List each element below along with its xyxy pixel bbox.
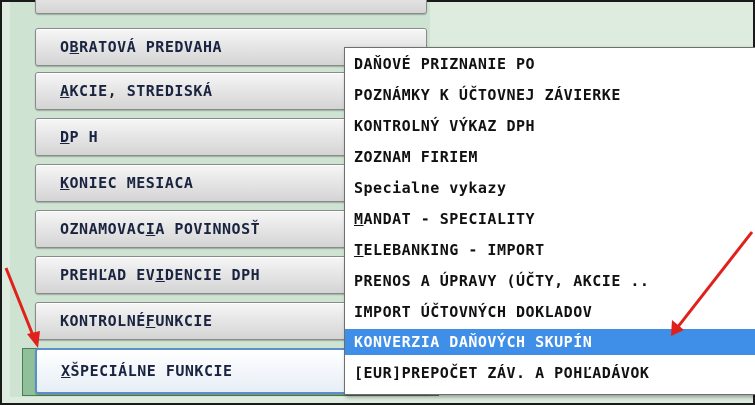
- label-pre: KONTROLNÉ: [60, 312, 146, 330]
- popup-item-danove-priznanie-po[interactable]: DAŇOVÉ PRIZNANIE PO: [345, 51, 755, 77]
- popup-item-kontrolny-vykaz-dph[interactable]: KONTROLNÝ VÝKAZ DPH: [345, 113, 755, 139]
- hotkey: K: [60, 174, 70, 192]
- hotkey: X: [61, 362, 71, 380]
- popup-item-konverzia-danovych-skupin[interactable]: KONVERZIA DAŇOVÝCH SKUPÍN: [345, 329, 755, 355]
- label-post: ŠPECIÁLNE FUNKCIE: [70, 362, 233, 380]
- popup-item-telebanking-import[interactable]: T ELEBANKING - IMPORT: [345, 237, 755, 263]
- label-pre: POZNÁMKY K ÚČTOVNEJ ZÁVIERKE: [354, 86, 621, 104]
- app-window: O B RATOVÁ PREDVAHA A KCIE, STREDISKÁ D P H…: [0, 0, 755, 405]
- label-pre: [EUR]PREPOČET ZÁV. A POHĽADÁVOK: [354, 364, 650, 382]
- label-pre: KONTROLNÝ VÝKAZ DPH: [354, 117, 536, 135]
- label-pre: ZOZNAM FIRIEM: [354, 148, 478, 166]
- hotkey: I: [145, 220, 156, 238]
- label-post: UNKCIE: [155, 312, 213, 330]
- hotkey: F: [145, 312, 156, 330]
- popup-item-specialne-vykazy[interactable]: Specialne vykazy: [345, 175, 755, 201]
- hotkey: I: [155, 266, 165, 284]
- popup-item-zoznam-firiem[interactable]: ZOZNAM FIRIEM: [345, 144, 755, 170]
- label-post: ANDAT - SPECIALITY: [363, 210, 536, 228]
- hotkey: T: [354, 241, 364, 259]
- hotkey: M: [354, 210, 364, 228]
- popup-item-mandat-speciality[interactable]: M ANDAT - SPECIALITY: [345, 206, 755, 232]
- label-pre: PREHĽAD EV: [60, 266, 156, 284]
- label-post: KCIE, STREDISKÁ: [69, 82, 213, 100]
- hotkey: D: [60, 128, 70, 146]
- popup-item-poznamky-k-uctovnej-zavierke[interactable]: POZNÁMKY K ÚČTOVNEJ ZÁVIERKE: [345, 82, 755, 108]
- label-pre: PRENOS A ÚPRAVY (ÚČTY, AKCIE ..: [354, 272, 650, 290]
- label-pre: IMPORT ÚČTOVNÝCH DOKLADOV: [354, 303, 593, 321]
- label-pre: OZNAMOVAC: [60, 220, 146, 238]
- popup-item-import-uctovnych-dokladov[interactable]: IMPORT ÚČTOVNÝCH DOKLADOV: [345, 299, 755, 325]
- label-pre: O: [60, 38, 70, 56]
- label-post: RATOVÁ PREDVAHA: [79, 38, 223, 56]
- hotkey: A: [60, 82, 70, 100]
- hotkey: B: [69, 38, 80, 56]
- label-post: ELEBANKING - IMPORT: [363, 241, 545, 259]
- label-post: DENCIE DPH: [164, 266, 261, 284]
- menu-button-top-partial[interactable]: [35, 0, 427, 14]
- label-pre: KONVERZIA DAŇOVÝCH SKUPÍN: [354, 333, 593, 351]
- popup-item-prenos-a-upravy[interactable]: PRENOS A ÚPRAVY (ÚČTY, AKCIE ..: [345, 268, 755, 294]
- label-post: P H: [69, 128, 99, 146]
- label-post: ONIEC MESIACA: [69, 174, 194, 192]
- popup-item-eur-prepocet[interactable]: [EUR]PREPOČET ZÁV. A POHĽADÁVOK: [345, 360, 755, 386]
- label-pre: DAŇOVÉ PRIZNANIE PO: [354, 55, 536, 73]
- label-post: A POVINNOSŤ: [155, 220, 261, 238]
- label-pre: Specialne vykazy: [354, 179, 507, 197]
- special-functions-popup-menu: DAŇOVÉ PRIZNANIE PO POZNÁMKY K ÚČTOVNEJ …: [344, 47, 755, 395]
